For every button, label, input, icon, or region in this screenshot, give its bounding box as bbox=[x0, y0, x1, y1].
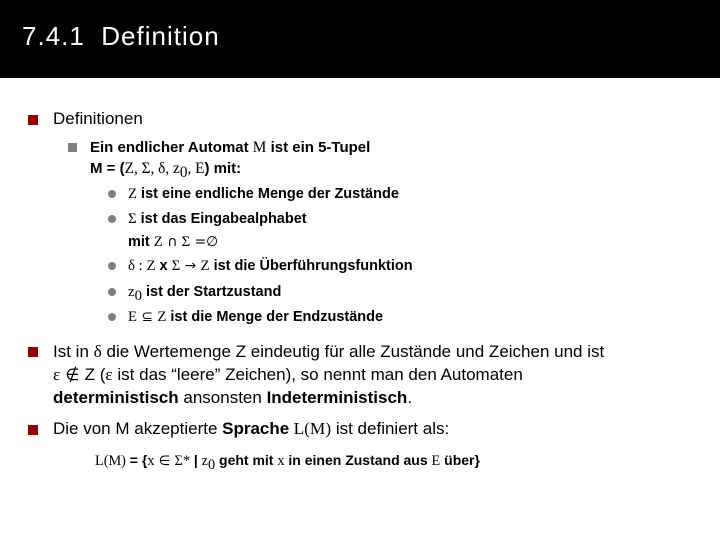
sprache-formula: L(M) = {x ∈ Σ* | z0 geht mit x in einen … bbox=[95, 450, 695, 473]
dot-bullet-icon bbox=[108, 190, 116, 198]
formula-text-c: über} bbox=[440, 452, 480, 468]
symbol-z0: z bbox=[128, 284, 135, 300]
tuple-comma-1: , bbox=[133, 160, 142, 177]
formula-pipe: | bbox=[189, 452, 202, 468]
page-title: 7.4.1 Definition bbox=[22, 21, 220, 51]
determinismus-line-2: ε ∉ Z (ε ist das “leere” Zeichen), so ne… bbox=[53, 363, 713, 386]
determinismus-text-e: ansonsten bbox=[178, 388, 267, 407]
determinismus-symbol-delta: δ bbox=[93, 342, 102, 361]
formula-symbol-x2: x bbox=[277, 453, 285, 469]
delta-cross: x bbox=[155, 258, 172, 274]
automat-text-a: Ein endlicher Automat bbox=[90, 139, 253, 156]
eingabealphabet-label: ist das Eingabealphabet bbox=[136, 211, 307, 227]
tuple-comma-3: , bbox=[165, 160, 174, 177]
automat-line-1: Ein endlicher Automat M ist ein 5-Tupel bbox=[90, 137, 690, 158]
bullet-definitionen: Definitionen bbox=[28, 108, 693, 130]
determinismus-text-a: Ist in bbox=[53, 342, 94, 361]
tuple-symbol-z: Z bbox=[124, 160, 134, 177]
bullet-eingabealphabet: Σ ist das Eingabealphabet mit Z ∩ Σ =∅ bbox=[108, 209, 688, 252]
bullet-determinismus: Ist in δ die Wertemenge Z eindeutig für … bbox=[28, 340, 713, 409]
intersection-icon: ∩ bbox=[162, 234, 182, 250]
sprache-symbol-lm: L(M) bbox=[289, 419, 332, 438]
delta-symbol-sigma: Σ bbox=[171, 258, 181, 274]
dot-bullet-icon bbox=[108, 313, 116, 321]
sprache-text-a: Die von M akzeptierte bbox=[53, 419, 223, 438]
sprache-text-b: ist definiert als: bbox=[331, 419, 450, 438]
automat-text-b: ist ein 5-Tupel bbox=[266, 139, 371, 156]
formula-lm: L(M) bbox=[95, 453, 126, 469]
determinismus-text-c: Z ( bbox=[84, 365, 106, 384]
determinismus-text-b: die Wertemenge Z eindeutig für alle Zust… bbox=[101, 342, 605, 361]
deterministisch-label: deterministisch bbox=[53, 388, 179, 407]
tuple-suffix: ) mit: bbox=[204, 160, 242, 177]
symbol-z: Z bbox=[128, 186, 138, 202]
tuple-symbol-sigma: Σ bbox=[141, 160, 151, 177]
delta-symbol-z1: Z bbox=[146, 258, 156, 274]
tuple-symbol-z0-sub: 0 bbox=[179, 164, 188, 182]
formula-symbol-e: E bbox=[431, 453, 441, 469]
tuple-symbol-z0: z bbox=[173, 160, 180, 177]
symbol-z0-sub: 0 bbox=[134, 288, 142, 305]
bullet-endzustaende: E ⊆ Z ist die Menge der Endzustände bbox=[108, 307, 688, 327]
eingabealphabet-line: Σ ist das Eingabealphabet bbox=[128, 209, 688, 229]
formula-kleene-star: * bbox=[182, 453, 190, 469]
bullet-zustandsmenge: Z ist eine endliche Menge der Zustände bbox=[108, 184, 688, 204]
dot-bullet-icon bbox=[108, 288, 116, 296]
arrow-right-icon: → bbox=[180, 258, 201, 274]
formula-text-a: geht mit bbox=[215, 452, 278, 468]
formula-equals: = { bbox=[125, 452, 148, 468]
eingabealphabet-condition: mit Z ∩ Σ =∅ bbox=[128, 232, 688, 252]
subset-icon: ⊆ bbox=[137, 309, 158, 325]
condition-symbol-z: Z bbox=[153, 234, 163, 250]
condition-symbol-sigma: Σ bbox=[181, 234, 191, 250]
bullet-sprache: Die von M akzeptierte Sprache L(M) ist d… bbox=[28, 418, 713, 440]
square-bullet-icon bbox=[28, 347, 38, 357]
delta-colon: : bbox=[134, 258, 147, 274]
startzustand-label: ist der Startzustand bbox=[141, 284, 282, 300]
endzustaende-symbol-z: Z bbox=[157, 309, 167, 325]
determinismus-period: . bbox=[407, 388, 413, 407]
automat-line-2-tuple: M = (Z, Σ, δ, z0, E) mit: bbox=[90, 158, 690, 182]
formula-symbol-sigma: Σ bbox=[174, 453, 183, 469]
symbol-e: E bbox=[128, 309, 138, 325]
not-element-of-icon: ∉ bbox=[60, 365, 85, 384]
tuple-prefix: M = ( bbox=[90, 160, 125, 177]
empty-set-icon: ∅ bbox=[206, 234, 219, 250]
slide-title-bar: 7.4.1 Definition bbox=[0, 0, 720, 78]
square-bullet-icon bbox=[28, 425, 38, 435]
symbol-sigma: Σ bbox=[128, 211, 137, 227]
symbol-epsilon-2: ε bbox=[105, 365, 113, 384]
indeterministisch-label: Indeterministisch bbox=[266, 388, 408, 407]
determinismus-line-3: deterministisch ansonsten Indeterministi… bbox=[53, 386, 713, 409]
tuple-comma-4: , bbox=[187, 160, 196, 177]
bullet-definitionen-label: Definitionen bbox=[53, 109, 143, 128]
element-of-icon: ∈ bbox=[154, 454, 175, 469]
automat-symbol-m: M bbox=[252, 139, 267, 156]
ueberfuehrungsfunktion-label: ist die Überführungsfunktion bbox=[209, 258, 413, 274]
determinismus-text-d: ist das “leere” Zeichen), so nennt man d… bbox=[112, 365, 523, 384]
symbol-delta: δ bbox=[128, 258, 135, 274]
determinismus-line-1: Ist in δ die Wertemenge Z eindeutig für … bbox=[53, 340, 713, 363]
condition-equals: = bbox=[190, 234, 207, 250]
bullet-startzustand: z0 ist der Startzustand bbox=[108, 282, 688, 305]
bullet-ueberfuehrungsfunktion: δ : Z x Σ → Z ist die Überführungsfunkti… bbox=[108, 256, 688, 276]
slide-content-area: Definitionen Ein endlicher Automat M ist… bbox=[0, 78, 720, 540]
endzustaende-label: ist die Menge der Endzustände bbox=[166, 309, 384, 325]
tuple-symbol-e: E bbox=[195, 160, 205, 177]
dot-bullet-icon bbox=[108, 215, 116, 223]
condition-prefix: mit bbox=[128, 234, 154, 250]
delta-symbol-z2: Z bbox=[200, 258, 210, 274]
bullet-endlicher-automat: Ein endlicher Automat M ist ein 5-Tupel … bbox=[68, 137, 690, 182]
zustandsmenge-label: ist eine endliche Menge der Zustände bbox=[137, 186, 399, 202]
formula-text-b: in einen Zustand aus bbox=[284, 452, 432, 468]
square-bullet-icon bbox=[28, 115, 38, 125]
formula-symbol-z0-sub: 0 bbox=[208, 456, 216, 473]
dot-bullet-icon bbox=[108, 262, 116, 270]
sprache-keyword: Sprache bbox=[222, 419, 290, 438]
square-bullet-icon bbox=[68, 143, 77, 152]
